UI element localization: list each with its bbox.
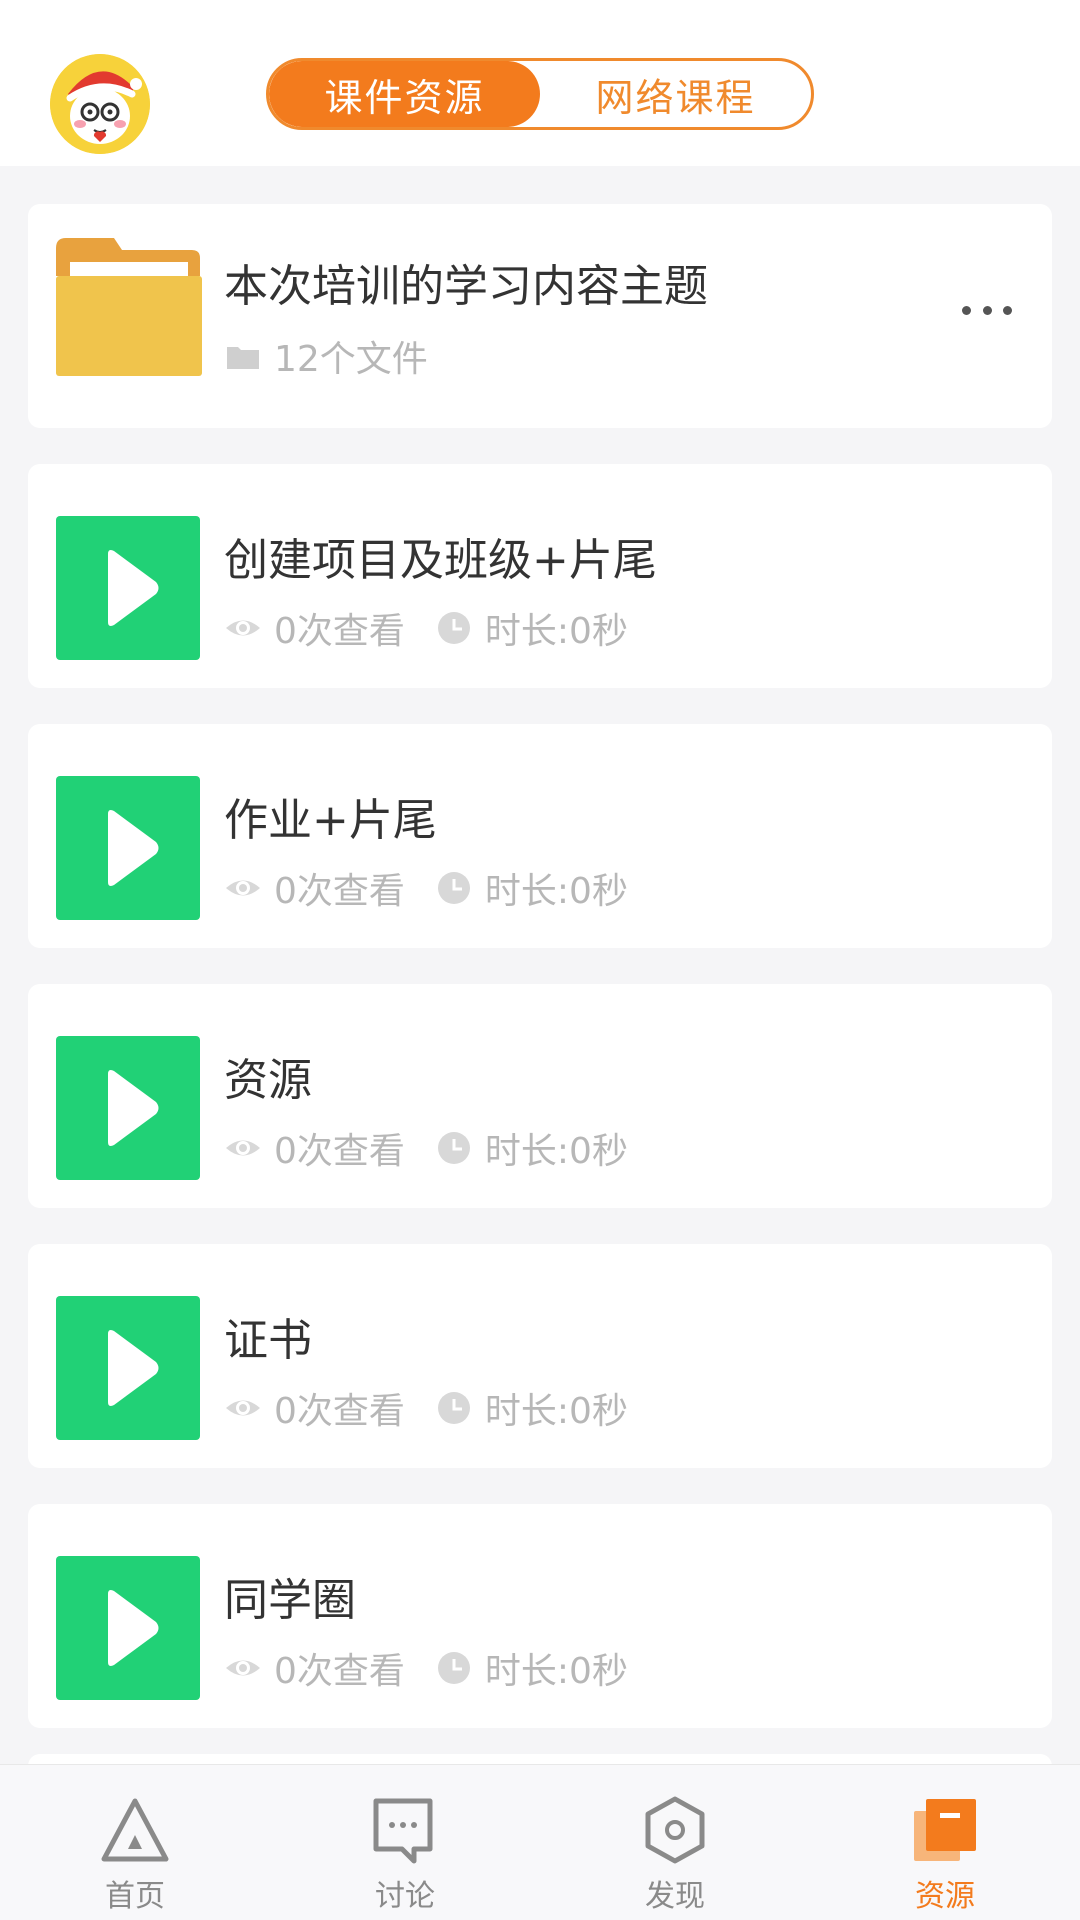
clock-icon: [437, 1392, 470, 1424]
view-count: 0次查看: [274, 1651, 405, 1692]
video-thumbnail: [56, 516, 200, 660]
view-count: 0次查看: [274, 611, 405, 652]
video-meta: 0次查看 时长:0秒: [224, 1382, 628, 1434]
play-icon: [108, 550, 159, 626]
resource-list: 本次培训的学习内容主题 12个文件 创建项目及班级+片尾 0次查看 时长:0秒 …: [28, 204, 1052, 1764]
video-item[interactable]: 资源 0次查看 时长:0秒: [28, 984, 1052, 1208]
user-avatar[interactable]: [50, 54, 150, 154]
eye-icon: [226, 1660, 260, 1676]
eye-icon: [226, 1140, 260, 1156]
duration: 时长:0秒: [484, 1131, 628, 1172]
chat-icon: [373, 1798, 433, 1864]
top-header: 课件资源 网络课程: [0, 0, 1080, 166]
nav-resource[interactable]: 资源: [810, 1765, 1080, 1920]
hexagon-discover-icon: [645, 1796, 705, 1864]
nav-home[interactable]: 首页: [0, 1765, 270, 1920]
folder-file-count: 12个文件: [274, 339, 428, 380]
view-count: 0次查看: [274, 871, 405, 912]
folder-title: 本次培训的学习内容主题: [224, 261, 708, 312]
video-meta: 0次查看 时长:0秒: [224, 602, 628, 654]
nav-discover[interactable]: 发现: [540, 1765, 810, 1920]
play-icon: [108, 1590, 159, 1666]
video-item[interactable]: 同学圈 0次查看 时长:0秒: [28, 1504, 1052, 1728]
tab-courseware[interactable]: 课件资源: [269, 61, 540, 127]
duration: 时长:0秒: [484, 871, 628, 912]
duration: 时长:0秒: [484, 611, 628, 652]
duration: 时长:0秒: [484, 1651, 628, 1692]
video-title: 同学圈: [224, 1575, 356, 1626]
video-thumbnail: [56, 1556, 200, 1700]
video-thumbnail: [56, 1296, 200, 1440]
video-item[interactable]: 作业+片尾 0次查看 时长:0秒: [28, 724, 1052, 948]
bottom-tab-bar: 首页 讨论 发现 资源: [0, 1764, 1080, 1920]
video-thumbnail: [56, 1036, 200, 1180]
clock-icon: [437, 1132, 470, 1164]
video-title: 资源: [224, 1055, 312, 1106]
play-icon: [108, 1070, 159, 1146]
resource-type-switch: 课件资源 网络课程: [266, 58, 814, 130]
video-meta: 0次查看 时长:0秒: [224, 1642, 628, 1694]
tab-online-course[interactable]: 网络课程: [540, 61, 811, 127]
avatar-cartoon-icon: [50, 54, 150, 154]
video-item[interactable]: 证书 0次查看 时长:0秒: [28, 1244, 1052, 1468]
eye-icon: [226, 1400, 260, 1416]
nav-resource-label: 资源: [915, 1879, 975, 1914]
video-meta: 0次查看 时长:0秒: [224, 1122, 628, 1174]
eye-icon: [226, 880, 260, 896]
folder-card[interactable]: 本次培训的学习内容主题 12个文件: [28, 204, 1052, 428]
more-dot-icon: [962, 305, 971, 315]
more-dot-icon: [1003, 305, 1012, 315]
folder-icon: [56, 238, 202, 376]
triangle-home-icon: [101, 1798, 169, 1862]
more-options-button[interactable]: [962, 300, 1012, 320]
app-screen: 课件资源 网络课程 本次培训的学习内容主题 12个文件 创建项目及班级+片尾 0…: [0, 0, 1080, 1920]
more-dot-icon: [982, 305, 992, 315]
video-item[interactable]: 创建项目及班级+片尾 0次查看 时长:0秒: [28, 464, 1052, 688]
clock-icon: [437, 872, 470, 904]
video-thumbnail: [56, 776, 200, 920]
play-icon: [108, 810, 159, 886]
nav-discover-label: 发现: [645, 1879, 705, 1914]
nav-discussion-label: 讨论: [375, 1879, 435, 1914]
clock-icon: [437, 612, 470, 644]
clock-icon: [437, 1652, 470, 1684]
play-icon: [108, 1330, 159, 1406]
folder-meta: 12个文件: [224, 330, 428, 382]
view-count: 0次查看: [274, 1131, 405, 1172]
eye-icon: [226, 620, 260, 636]
nav-home-label: 首页: [105, 1879, 165, 1914]
video-title: 作业+片尾: [224, 795, 437, 846]
video-title: 证书: [224, 1315, 312, 1366]
video-title: 创建项目及班级+片尾: [224, 535, 657, 586]
resource-icon: [914, 1799, 976, 1861]
duration: 时长:0秒: [484, 1391, 628, 1432]
video-meta: 0次查看 时长:0秒: [224, 862, 628, 914]
small-folder-icon: [227, 347, 259, 369]
view-count: 0次查看: [274, 1391, 405, 1432]
nav-discussion[interactable]: 讨论: [270, 1765, 540, 1920]
